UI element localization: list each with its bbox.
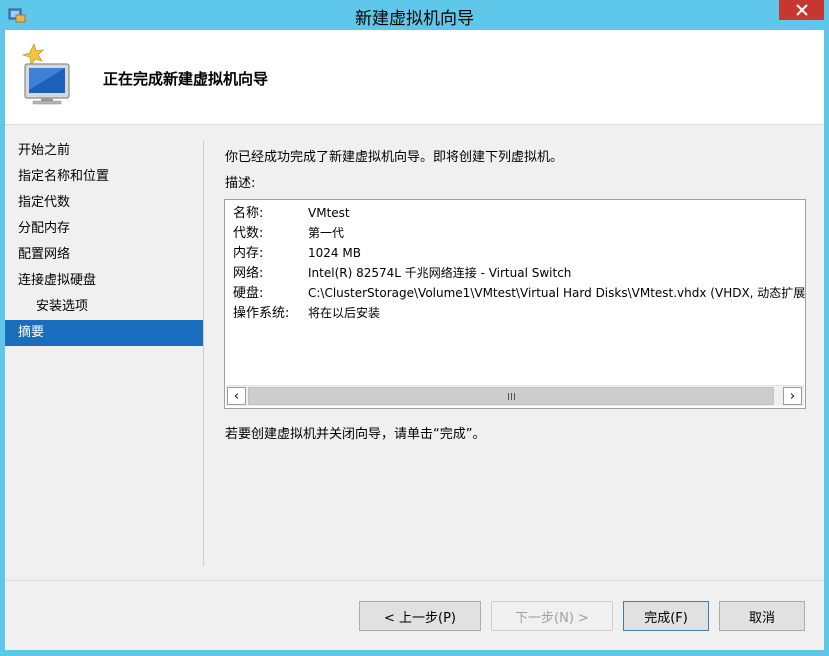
footer-divider [5, 580, 824, 581]
summary-value: 将在以后安装 [308, 306, 381, 320]
scroll-right-button[interactable]: › [783, 387, 802, 405]
summary-row: 硬盘: C:\ClusterStorage\Volume1\VMtest\Virt… [233, 283, 806, 303]
description-label: 描述: [225, 176, 256, 191]
nav-item-network[interactable]: 配置网络 [5, 242, 203, 268]
nav-item-summary[interactable]: 摘要 [5, 320, 203, 346]
new-vm-monitor-icon [21, 44, 70, 105]
previous-button[interactable]: < 上一步(P) [359, 601, 481, 631]
summary-value: 第一代 [308, 226, 345, 240]
wizard-header: 正在完成新建虚拟机向导 [5, 30, 824, 125]
chevron-right-icon: › [789, 388, 796, 404]
header-title: 正在完成新建虚拟机向导 [103, 70, 269, 88]
chevron-left-icon: ‹ [233, 388, 240, 404]
summary-value: Intel(R) 82574L 千兆网络连接 - Virtual Switch [308, 266, 572, 280]
window-title: 新建虚拟机向导 [355, 9, 474, 29]
scroll-left-button[interactable]: ‹ [227, 387, 246, 405]
summary-label: 网络: [233, 266, 264, 281]
next-button[interactable]: 下一步(N) > [491, 601, 613, 631]
summary-label: 名称: [233, 206, 264, 221]
scrollbar-thumb[interactable] [248, 387, 774, 405]
summary-list: 名称: VMtest 代数: 第一代 内存: 1024 MB 网络: Intel(R) … [233, 203, 806, 323]
nav-item-generation[interactable]: 指定代数 [5, 190, 203, 216]
wizard-steps-nav: 开始之前 指定名称和位置 指定代数 分配内存 配置网络 连接虚拟硬盘 安装选项 … [5, 138, 203, 346]
nav-item-before-you-begin[interactable]: 开始之前 [5, 138, 203, 164]
close-button[interactable] [779, 0, 824, 20]
summary-value: C:\ClusterStorage\Volume1\VMtest\Virtual… [308, 286, 806, 300]
summary-value: VMtest [308, 206, 350, 220]
nav-item-memory[interactable]: 分配内存 [5, 216, 203, 242]
cancel-button[interactable]: 取消 [719, 601, 805, 631]
finish-button[interactable]: 完成(F) [623, 601, 709, 631]
summary-label: 代数: [233, 226, 264, 241]
summary-row: 网络: Intel(R) 82574L 千兆网络连接 - Virtual Swit… [233, 263, 805, 283]
intro-text: 你已经成功完成了新建虚拟机向导。即将创建下列虚拟机。 [225, 150, 564, 165]
nav-item-virtual-disk[interactable]: 连接虚拟硬盘 [5, 268, 203, 294]
summary-value: 1024 MB [308, 246, 361, 260]
wizard-client-area: 正在完成新建虚拟机向导 开始之前 指定名称和位置 指定代数 分配内存 配置网络 … [5, 30, 824, 650]
summary-row: 名称: VMtest [233, 203, 805, 223]
summary-label: 内存: [233, 246, 264, 261]
nav-item-name-location[interactable]: 指定名称和位置 [5, 164, 203, 190]
summary-label: 硬盘: [233, 286, 264, 301]
summary-row: 内存: 1024 MB [233, 243, 805, 263]
horizontal-scrollbar[interactable]: ‹ › [226, 385, 804, 406]
summary-row: 操作系统: 将在以后安装 [233, 303, 805, 323]
close-icon [795, 4, 808, 16]
nav-item-install-options[interactable]: 安装选项 [5, 294, 203, 320]
summary-box[interactable]: 名称: VMtest 代数: 第一代 内存: 1024 MB 网络: Intel(R) … [224, 199, 806, 409]
summary-row: 代数: 第一代 [233, 223, 805, 243]
nav-divider [203, 140, 204, 566]
summary-label: 操作系统: [233, 306, 290, 321]
title-bar: 新建虚拟机向导 [0, 0, 829, 30]
finish-hint-text: 若要创建虚拟机并关闭向导，请单击“完成”。 [225, 427, 486, 442]
